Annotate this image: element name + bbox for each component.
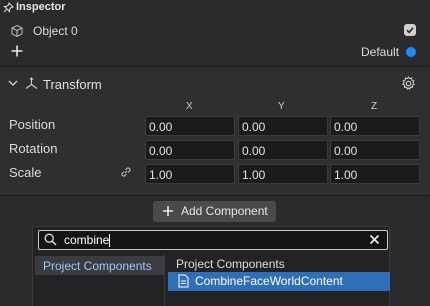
chevron-down-icon[interactable]: [8, 80, 18, 87]
transform-icon: [24, 76, 39, 91]
text-caret: [109, 234, 110, 247]
plus-icon: [162, 205, 174, 217]
script-file-icon: [178, 274, 189, 288]
search-icon: [44, 233, 57, 246]
link-icon[interactable]: [119, 165, 133, 179]
add-component-button[interactable]: Add Component: [153, 201, 276, 222]
gear-icon[interactable]: [401, 76, 416, 91]
layer-label[interactable]: Default: [361, 45, 399, 59]
transform-title[interactable]: Transform: [43, 77, 102, 92]
close-icon[interactable]: [369, 234, 380, 245]
add-component-label: Add Component: [181, 204, 268, 218]
add-icon[interactable]: [10, 44, 24, 58]
category-item-label: Project Components: [43, 259, 152, 273]
rotation-label: Rotation: [9, 141, 58, 156]
result-item-label: CombineFaceWorldContent: [195, 274, 343, 288]
pin-icon[interactable]: [3, 2, 14, 13]
layer-color-dot[interactable]: [406, 47, 416, 57]
object-name[interactable]: Object 0: [33, 24, 78, 38]
axis-label-z: Z: [371, 101, 378, 112]
position-label: Position: [9, 117, 56, 132]
axis-label-x: X: [186, 101, 193, 112]
scale-z-field[interactable]: 1.00: [330, 164, 420, 184]
rotation-x-field[interactable]: 0.00: [145, 140, 235, 160]
scale-y-field[interactable]: 1.00: [238, 164, 328, 184]
cube-icon: [10, 24, 24, 38]
axis-label-y: Y: [278, 101, 285, 112]
position-z-field[interactable]: 0.00: [330, 116, 420, 136]
position-x-field[interactable]: 0.00: [145, 116, 235, 136]
enabled-checkbox[interactable]: [404, 24, 416, 36]
search-value[interactable]: combine: [64, 233, 109, 247]
rotation-y-field[interactable]: 0.00: [238, 140, 328, 160]
rotation-z-field[interactable]: 0.00: [330, 140, 420, 160]
divider: [0, 195, 430, 196]
results-header: Project Components: [176, 257, 285, 271]
scale-x-field[interactable]: 1.00: [145, 164, 235, 184]
panel-title: Inspector: [16, 1, 66, 13]
position-y-field[interactable]: 0.00: [238, 116, 328, 136]
scale-label: Scale: [9, 165, 42, 180]
